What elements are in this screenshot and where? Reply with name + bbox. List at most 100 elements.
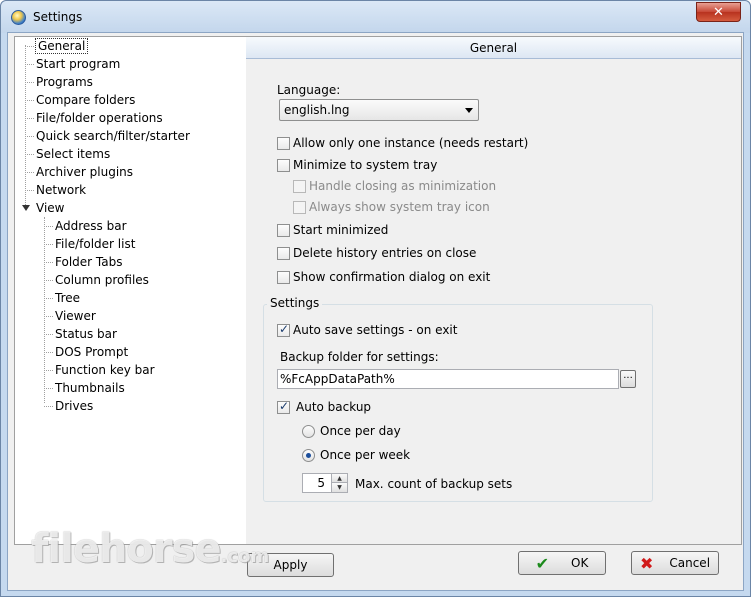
- tree-item-folder-tabs[interactable]: Folder Tabs: [55, 254, 122, 270]
- tree-item-network[interactable]: Network: [36, 182, 86, 198]
- once-per-week-radio[interactable]: [302, 449, 315, 462]
- tree-item-programs[interactable]: Programs: [36, 74, 93, 90]
- auto-backup-label: Auto backup: [296, 400, 372, 414]
- tree-item-status-bar[interactable]: Status bar: [55, 326, 117, 342]
- tree-connector-line: [44, 388, 53, 389]
- tree-item-tree[interactable]: Tree: [55, 290, 80, 306]
- tree-connector-line: [25, 118, 34, 119]
- once-per-week-label: Once per week: [320, 448, 411, 462]
- tree-item-viewer[interactable]: Viewer: [55, 308, 96, 324]
- once-per-day-label: Once per day: [320, 424, 401, 438]
- close-button[interactable]: ✕: [696, 2, 741, 22]
- start-minimized-label: Start minimized: [293, 223, 389, 237]
- spin-down-icon[interactable]: ▼: [331, 483, 347, 492]
- handle-closing-label: Handle closing as minimization: [309, 179, 497, 193]
- tree-connector-line: [25, 136, 34, 137]
- tree-item-archiver-plugins[interactable]: Archiver plugins: [36, 164, 133, 180]
- tree-item-compare-folders[interactable]: Compare folders: [36, 92, 135, 108]
- auto-save-label: Auto save settings - on exit: [293, 323, 458, 337]
- tree-item-thumbnails[interactable]: Thumbnails: [55, 380, 125, 396]
- language-select[interactable]: english.lng: [279, 99, 479, 121]
- tree-item-file-folder-list[interactable]: File/folder list: [55, 236, 135, 252]
- tree-item-label: View: [36, 201, 65, 215]
- general-panel: General Language: english.lng Allow only…: [246, 36, 742, 545]
- tree-item-select-items[interactable]: Select items: [36, 146, 110, 162]
- handle-closing-checkbox[interactable]: [293, 180, 306, 193]
- minimize-tray-checkbox[interactable]: [277, 159, 290, 172]
- tree-expand-icon[interactable]: [22, 205, 30, 211]
- tree-item-quick-search-filter-starter[interactable]: Quick search/filter/starter: [36, 128, 190, 144]
- tree-connector-line: [25, 46, 34, 47]
- checkmark-icon: ✔: [535, 553, 550, 573]
- settings-group-title: Settings: [267, 296, 323, 310]
- tree-item-dos-prompt[interactable]: DOS Prompt: [55, 344, 128, 360]
- tree-item-label: Address bar: [55, 219, 127, 233]
- ok-button-label: OK: [571, 556, 589, 570]
- settings-tree[interactable]: General Start program Programs Compare fold…: [14, 36, 247, 545]
- window-title: Settings: [33, 10, 83, 24]
- tree-item-drives[interactable]: Drives: [55, 398, 93, 414]
- auto-backup-checkbox[interactable]: [277, 399, 290, 414]
- start-minimized-checkbox[interactable]: [277, 224, 290, 237]
- max-count-label: Max. count of backup sets: [355, 477, 513, 491]
- tree-item-label: Thumbnails: [55, 381, 125, 395]
- tree-connector-line: [25, 190, 34, 191]
- one-instance-label: Allow only one instance (needs restart): [293, 136, 529, 150]
- tree-item-file-folder-operations[interactable]: File/folder operations: [36, 110, 163, 126]
- title-bar[interactable]: Settings ✕: [1, 1, 750, 33]
- cancel-button-label: Cancel: [669, 556, 711, 570]
- tree-item-view[interactable]: View: [36, 200, 64, 216]
- tree-item-label: Network: [36, 183, 87, 197]
- cancel-button[interactable]: ✖ Cancel: [631, 551, 719, 575]
- apply-button-label: Apply: [273, 558, 308, 572]
- tree-connector-line: [44, 406, 53, 407]
- backup-folder-input[interactable]: %FcAppDataPath%: [277, 369, 619, 389]
- tree-item-start-program[interactable]: Start program: [36, 56, 120, 72]
- max-count-value: 5: [317, 476, 325, 490]
- watermark-text: filehorse: [31, 526, 222, 572]
- tree-item-label: DOS Prompt: [55, 345, 129, 359]
- tree-item-label: Quick search/filter/starter: [36, 129, 190, 143]
- tree-connector-line: [44, 316, 53, 317]
- filehorse-watermark: filehorse.com: [31, 526, 269, 572]
- ok-button[interactable]: ✔ OK: [518, 551, 606, 575]
- tree-item-address-bar[interactable]: Address bar: [55, 218, 127, 234]
- language-value: english.lng: [284, 103, 350, 117]
- tree-item-label: Programs: [36, 75, 93, 89]
- tree-connector-line: [44, 298, 53, 299]
- tree-item-general[interactable]: General: [34, 38, 89, 54]
- tree-connector-line: [25, 154, 34, 155]
- tree-item-function-key-bar[interactable]: Function key bar: [55, 362, 155, 378]
- tree-item-label: Folder Tabs: [55, 255, 123, 269]
- tree-connector-line: [25, 100, 34, 101]
- delete-history-checkbox[interactable]: [277, 247, 290, 260]
- max-count-spinner[interactable]: 5 ▲ ▼: [302, 473, 348, 493]
- confirm-exit-checkbox[interactable]: [277, 271, 290, 284]
- delete-history-label: Delete history entries on close: [293, 246, 477, 260]
- tree-connector-line: [25, 64, 34, 65]
- tree-item-label: Function key bar: [55, 363, 155, 377]
- tree-item-label: Column profiles: [55, 273, 149, 287]
- spin-up-icon[interactable]: ▲: [331, 474, 347, 483]
- always-tray-icon-label: Always show system tray icon: [309, 200, 490, 214]
- backup-folder-label: Backup folder for settings:: [280, 350, 439, 364]
- confirm-exit-label: Show confirmation dialog on exit: [293, 270, 491, 284]
- tree-item-column-profiles[interactable]: Column profiles: [55, 272, 149, 288]
- tree-item-label: Tree: [55, 291, 81, 305]
- panel-header: General: [246, 37, 741, 59]
- once-per-day-radio[interactable]: [302, 425, 315, 438]
- tree-connector-line: [25, 172, 34, 173]
- tree-item-label: Status bar: [55, 327, 117, 341]
- browse-button[interactable]: ...: [620, 370, 636, 388]
- tree-connector-line: [44, 352, 53, 353]
- tree-connector-line: [44, 370, 53, 371]
- always-tray-icon-checkbox[interactable]: [293, 201, 306, 214]
- minimize-tray-label: Minimize to system tray: [293, 158, 438, 172]
- tree-item-label: Archiver plugins: [36, 165, 134, 179]
- tree-item-label: Compare folders: [36, 93, 136, 107]
- one-instance-checkbox[interactable]: [277, 137, 290, 150]
- tree-connector-line: [44, 262, 53, 263]
- tree-connector-line: [44, 226, 53, 227]
- tree-item-label: Drives: [55, 399, 94, 413]
- auto-save-checkbox[interactable]: [277, 322, 290, 337]
